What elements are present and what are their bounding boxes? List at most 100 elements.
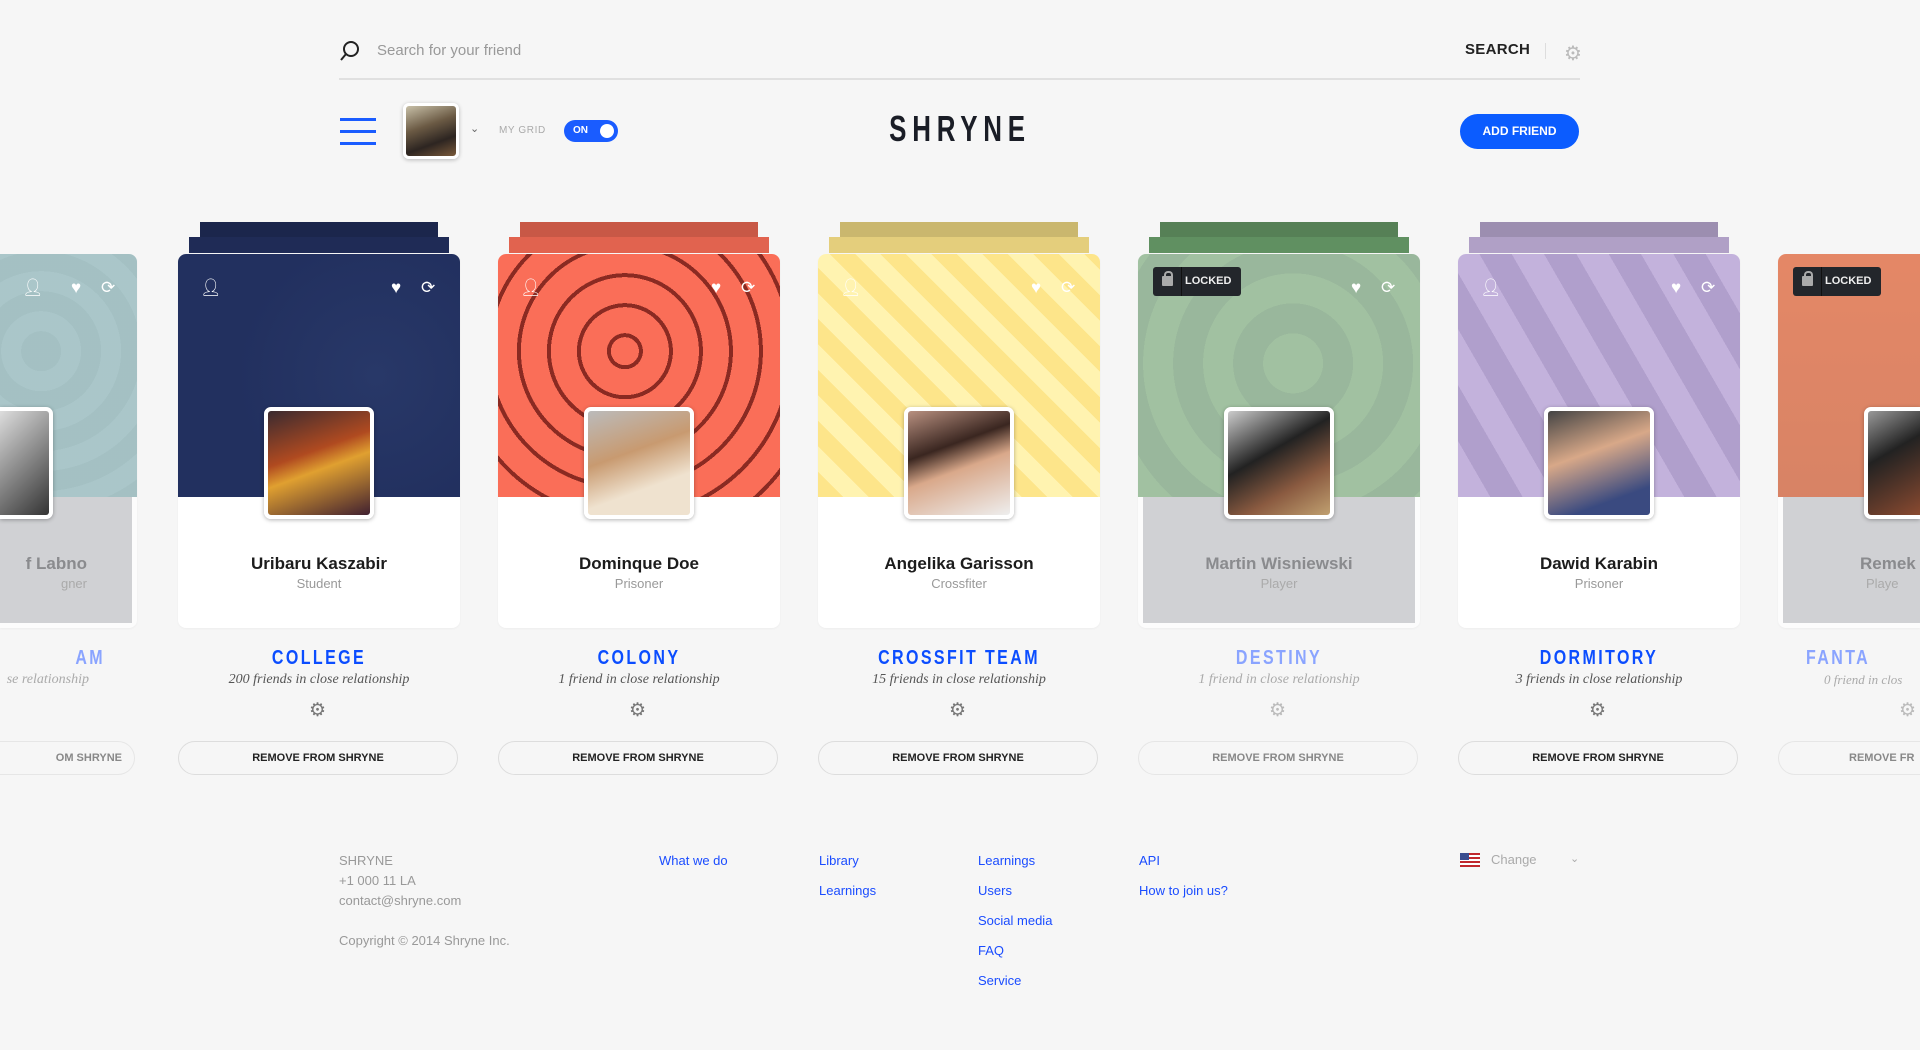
friend-card[interactable]: LOCKED ♥ ⟳ Remek Playe FANTA 0 friend in… — [1778, 254, 1920, 775]
group-subtitle: 3 friends in close relationship — [1515, 672, 1683, 687]
user-icon[interactable]: 👤︎ — [840, 278, 862, 298]
group-title[interactable]: FANTA — [1778, 647, 1892, 670]
gear-icon[interactable]: ⚙ — [309, 699, 326, 722]
friend-avatar[interactable] — [1864, 407, 1920, 519]
friend-name: Remek — [1860, 554, 1916, 573]
card-stack-layer — [509, 237, 769, 253]
friend-card[interactable]: 👤︎ ♥ ⟳ Dawid Karabin Prisoner DORMITORY … — [1458, 222, 1740, 775]
group-title[interactable]: DESTINY — [1166, 647, 1392, 670]
my-grid-toggle[interactable]: ON — [564, 120, 618, 142]
group-subtitle: 0 friend in clos — [1824, 672, 1903, 687]
search-icon[interactable] — [339, 40, 361, 62]
remove-from-shryne-button[interactable]: REMOVE FROM SHRYNE — [1458, 741, 1738, 775]
card-stack-layer — [840, 222, 1078, 238]
remove-from-shryne-button[interactable]: REMOVE FROM SHRYNE — [1138, 741, 1418, 775]
friend-avatar[interactable] — [584, 407, 694, 519]
toggle-label: ON — [573, 125, 588, 136]
search-input[interactable]: Search for your friend — [377, 42, 521, 59]
search-bar: Search for your friend SEARCH ⚙ — [339, 28, 1582, 80]
friend-name: Martin Wisniewski — [1205, 554, 1353, 573]
heart-icon[interactable]: ♥ — [711, 278, 721, 298]
friend-card[interactable]: 👤︎ ♥ ⟳ Dominque Doe Prisoner COLONY 1 fr… — [498, 222, 780, 775]
repeat-icon[interactable]: ⟳ — [421, 278, 435, 298]
card-stack-layer — [189, 237, 449, 253]
locked-label: LOCKED — [1825, 275, 1872, 287]
card-stack-layer — [200, 222, 438, 238]
friend-name: f Labno — [25, 554, 87, 573]
locked-badge: LOCKED — [1153, 267, 1242, 296]
language-select[interactable]: Change — [1491, 852, 1537, 867]
friend-card[interactable]: 👤︎ ♥ ⟳ Uribaru Kaszabir Student COLLEGE … — [178, 222, 460, 775]
footer-link[interactable]: Learnings — [978, 846, 1052, 876]
repeat-icon[interactable]: ⟳ — [1061, 278, 1075, 298]
footer-column: Library Learnings — [819, 846, 876, 906]
friend-card[interactable]: LOCKED ♥ ⟳ Martin Wisniewski Player DEST… — [1138, 222, 1420, 775]
user-icon[interactable]: 👤︎ — [520, 278, 542, 298]
remove-from-shryne-button[interactable]: REMOVE FROM SHRYNE — [498, 741, 778, 775]
friend-card[interactable]: 👤︎ ♥ ⟳ f Labno gner AM se relationship ⚙… — [0, 254, 137, 775]
chevron-down-icon[interactable]: ⌄ — [1570, 852, 1579, 865]
remove-from-shryne-button[interactable]: OM SHRYNE — [0, 741, 135, 775]
group-subtitle: 1 friend in close relationship — [558, 672, 720, 687]
footer-column: Learnings Users Social media FAQ Service — [978, 846, 1052, 996]
friend-avatar[interactable] — [0, 407, 53, 519]
remove-from-shryne-button[interactable]: REMOVE FROM SHRYNE — [818, 741, 1098, 775]
chevron-down-icon[interactable]: ⌄ — [470, 122, 479, 135]
footer-link[interactable]: Learnings — [819, 876, 876, 906]
repeat-icon[interactable]: ⟳ — [1381, 278, 1395, 298]
heart-icon[interactable]: ♥ — [71, 278, 81, 298]
locked-badge: LOCKED — [1793, 267, 1882, 296]
user-icon[interactable]: 👤︎ — [1480, 278, 1502, 298]
add-friend-button[interactable]: ADD FRIEND — [1460, 114, 1579, 149]
menu-button[interactable] — [340, 118, 376, 146]
toggle-knob — [600, 124, 614, 138]
heart-icon[interactable]: ♥ — [1351, 278, 1361, 298]
gear-icon[interactable]: ⚙ — [1564, 41, 1582, 66]
us-flag-icon — [1460, 853, 1480, 867]
heart-icon[interactable]: ♥ — [391, 278, 401, 298]
heart-icon[interactable]: ♥ — [1031, 278, 1041, 298]
gear-icon[interactable]: ⚙ — [949, 699, 966, 722]
footer-link[interactable]: Social media — [978, 906, 1052, 936]
group-subtitle: se relationship — [6, 672, 89, 687]
footer-link[interactable]: API — [1139, 846, 1228, 876]
friend-avatar[interactable] — [904, 407, 1014, 519]
card-stack-layer — [520, 222, 758, 238]
my-grid-label: MY GRID — [499, 125, 546, 136]
card-stack-layer — [1160, 222, 1398, 238]
footer-link[interactable]: FAQ — [978, 936, 1052, 966]
footer-link[interactable]: Service — [978, 966, 1052, 996]
group-title[interactable]: CROSSFIT TEAM — [846, 647, 1072, 670]
footer-link[interactable]: Users — [978, 876, 1052, 906]
repeat-icon[interactable]: ⟳ — [1701, 278, 1715, 298]
friend-card[interactable]: 👤︎ ♥ ⟳ Angelika Garisson Crossfiter CROS… — [818, 222, 1100, 775]
friend-avatar[interactable] — [264, 407, 374, 519]
user-icon[interactable]: 👤︎ — [200, 278, 222, 298]
footer-email: contact@shryne.com — [339, 893, 462, 908]
friend-name: Angelika Garisson — [884, 554, 1034, 573]
heart-icon[interactable]: ♥ — [1671, 278, 1681, 298]
footer-link[interactable]: What we do — [659, 846, 728, 876]
group-title[interactable]: DORMITORY — [1486, 647, 1712, 670]
avatar[interactable] — [403, 103, 459, 159]
footer-link[interactable]: Library — [819, 846, 876, 876]
remove-from-shryne-button[interactable]: REMOVE FROM SHRYNE — [178, 741, 458, 775]
footer-column: API How to join us? — [1139, 846, 1228, 906]
repeat-icon[interactable]: ⟳ — [741, 278, 755, 298]
repeat-icon[interactable]: ⟳ — [101, 278, 115, 298]
search-button[interactable]: SEARCH — [1465, 41, 1530, 58]
group-title[interactable]: COLONY — [526, 647, 752, 670]
friend-role: Player — [1260, 576, 1298, 591]
gear-icon[interactable]: ⚙ — [1589, 699, 1606, 722]
gear-icon[interactable]: ⚙ — [629, 699, 646, 722]
group-title[interactable]: AM — [27, 647, 137, 670]
remove-from-shryne-button[interactable]: REMOVE FR — [1778, 741, 1920, 775]
user-icon[interactable]: 👤︎ — [22, 278, 44, 298]
friend-avatar[interactable] — [1544, 407, 1654, 519]
footer-link[interactable]: How to join us? — [1139, 876, 1228, 906]
gear-icon[interactable]: ⚙ — [1269, 699, 1286, 722]
gear-icon[interactable]: ⚙ — [1899, 699, 1916, 722]
friend-avatar[interactable] — [1224, 407, 1334, 519]
footer-column: What we do — [659, 846, 728, 876]
group-title[interactable]: COLLEGE — [206, 647, 432, 670]
